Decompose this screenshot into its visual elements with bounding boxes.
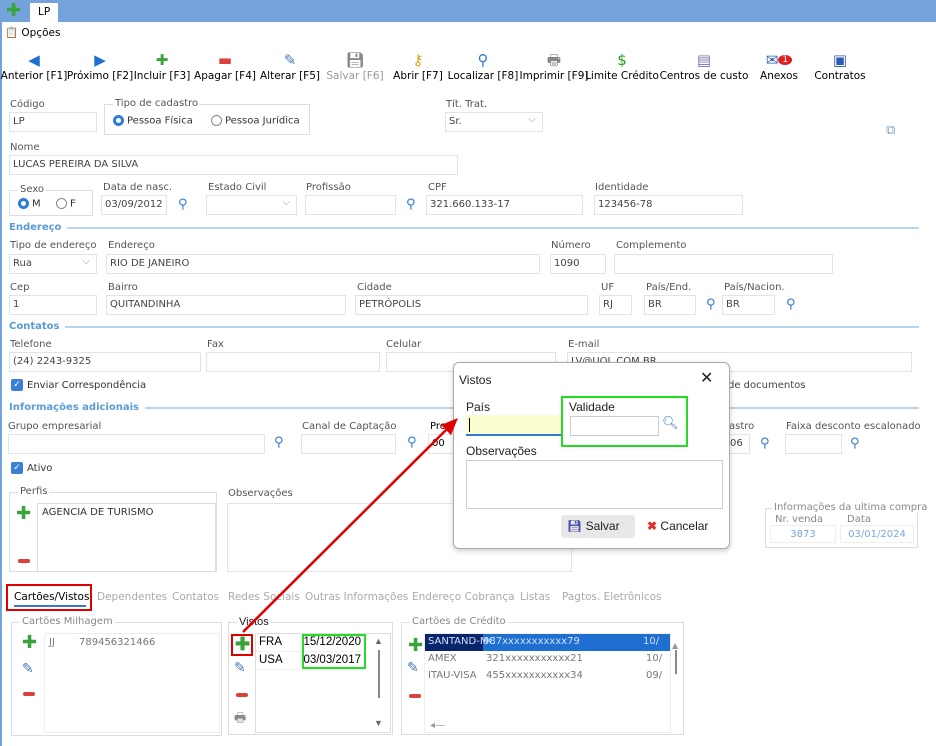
annotation-arrow (242, 418, 458, 633)
